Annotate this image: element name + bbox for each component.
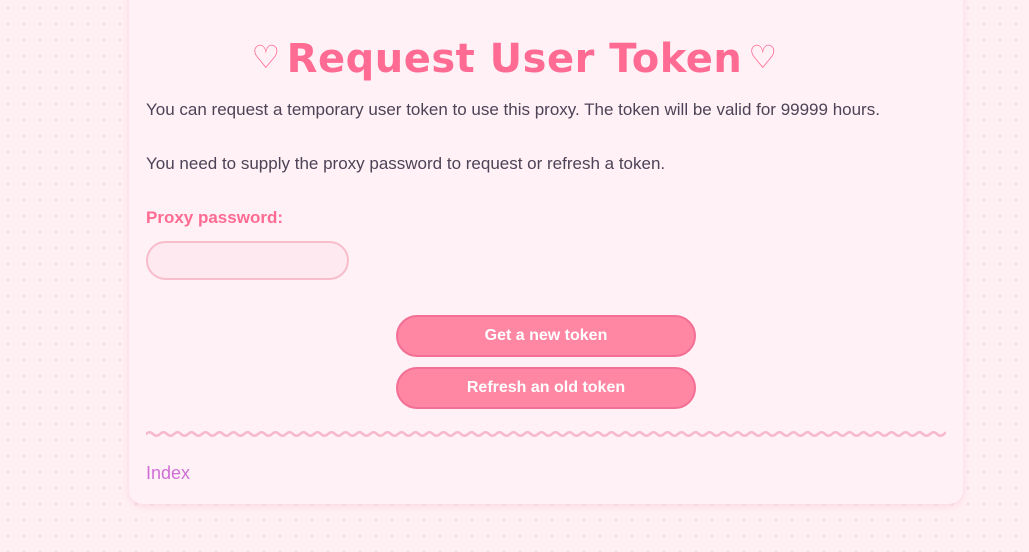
refresh-old-token-button[interactable]: Refresh an old token xyxy=(396,367,696,409)
password-requirement-text: You need to supply the proxy password to… xyxy=(146,154,666,173)
get-new-token-button[interactable]: Get a new token xyxy=(396,315,696,357)
heart-outline-icon: ♡ xyxy=(251,38,281,76)
token-validity-text: You can request a temporary user token t… xyxy=(146,100,880,119)
page-title-text: Request User Token xyxy=(286,36,743,82)
heart-outline-icon: ♡ xyxy=(748,38,778,76)
proxy-password-input[interactable] xyxy=(146,241,349,280)
wavy-divider xyxy=(146,430,946,438)
proxy-password-label: Proxy password: xyxy=(146,208,283,227)
index-link[interactable]: Index xyxy=(146,462,190,484)
page-title: ♡ Request User Token ♡ xyxy=(0,32,1029,84)
